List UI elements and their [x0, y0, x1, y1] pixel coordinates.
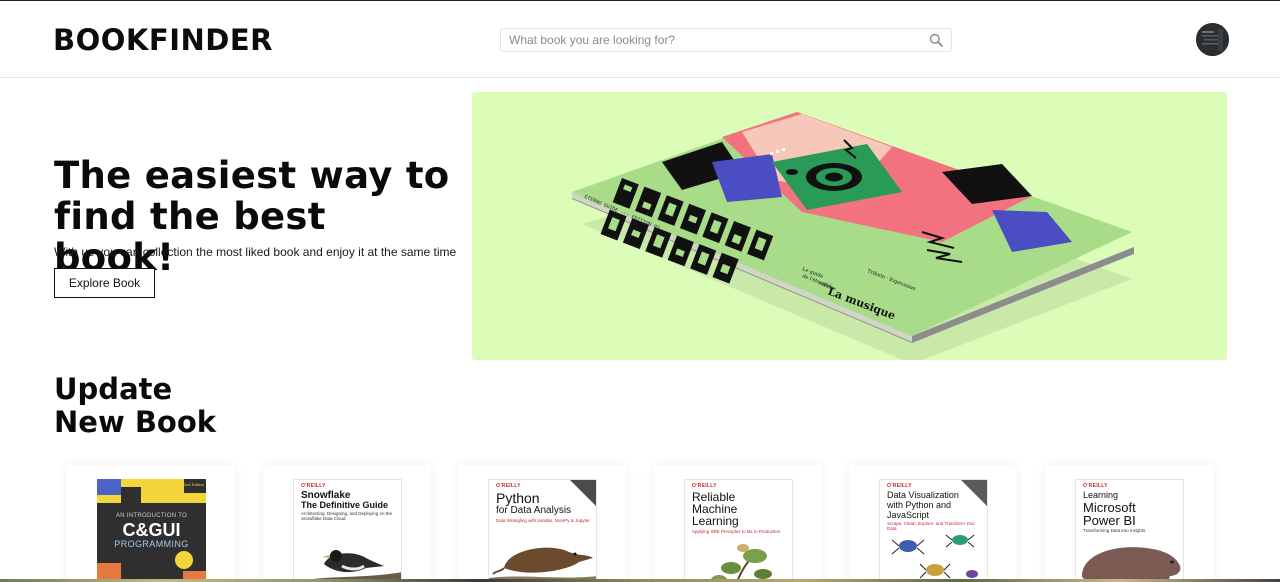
hero-banner-image: Le guide de l'éternité La musique volume…	[472, 92, 1227, 360]
publisher-logo: O'REILLY	[692, 483, 717, 489]
book-title-b: C&GUI	[122, 520, 181, 540]
publisher-logo: O'REILLY	[496, 483, 521, 489]
book-cover[interactable]: O'REILLY Learning Microsoft Power BI Tra…	[1075, 479, 1184, 582]
section-title-line2: New Book	[54, 405, 217, 439]
book-card[interactable]: 2nd Edition AN INTRODUCTION TO C&GUI PRO…	[67, 465, 235, 582]
beetles-illustration-icon	[891, 534, 978, 579]
avatar-image-icon	[1196, 23, 1229, 56]
book-title-c: Power BI	[1083, 513, 1136, 528]
book-title-a: Python	[496, 490, 540, 506]
new-books-list: 2nd Edition AN INTRODUCTION TO C&GUI PRO…	[67, 465, 1227, 582]
site-logo[interactable]: BOOKFINDER	[53, 23, 273, 57]
book-title-a: AN INTRODUCTION TO	[115, 513, 188, 519]
book-illustration: Le guide de l'éternité La musique volume…	[572, 112, 1134, 360]
hippo-illustration-icon	[1082, 547, 1181, 582]
book-cover[interactable]: O'REILLY Reliable Machine Learning Apply…	[684, 479, 793, 582]
book-subtitle: Applying SRE Principles to ML in Product…	[692, 529, 781, 534]
publisher-logo: O'REILLY	[887, 483, 912, 489]
explore-book-button[interactable]: Explore Book	[54, 268, 155, 298]
avatar[interactable]	[1196, 23, 1229, 56]
book-title-c: Learning	[692, 514, 739, 528]
book-card[interactable]: O'REILLY Reliable Machine Learning Apply…	[654, 465, 822, 582]
book-cover[interactable]: 2nd Edition AN INTRODUCTION TO C&GUI PRO…	[97, 479, 206, 582]
search-input[interactable]	[501, 29, 921, 51]
book-subtitle: Architecting, Designing, and Deploying o…	[301, 511, 393, 522]
bird-illustration-icon	[299, 550, 401, 582]
book-card[interactable]: O'REILLY Python for Data Analysis Data W…	[458, 465, 626, 582]
book-cover[interactable]: O'REILLY Data Visualization with Python …	[879, 479, 988, 582]
book-badge: 2nd Edition	[183, 482, 204, 487]
book-card[interactable]: O'REILLY Data Visualization with Python …	[849, 465, 1017, 582]
search-icon[interactable]	[929, 33, 943, 47]
publisher-logo: O'REILLY	[1083, 483, 1108, 489]
section-title: Update New Book	[54, 373, 216, 439]
book-title-b: The Definitive Guide	[301, 500, 389, 510]
plant-illustration-icon	[711, 544, 772, 582]
book-title-c: JavaScript	[887, 510, 930, 520]
book-subtitle: Transforming Data into Insights	[1083, 528, 1146, 533]
section-title-line1: Update	[54, 372, 173, 406]
book-cover[interactable]: O'REILLY Python for Data Analysis Data W…	[488, 479, 597, 582]
book-subtitle: Data Wrangling with pandas, NumPy & Jupy…	[496, 518, 590, 523]
top-navbar: BOOKFINDER	[0, 1, 1280, 78]
shrew-illustration-icon	[489, 547, 596, 582]
book-card[interactable]: O'REILLY Snowflake The Definitive Guide …	[263, 465, 431, 582]
book-title-b: for Data Analysis	[496, 505, 572, 516]
search-box[interactable]	[500, 28, 952, 52]
hero-title: The easiest way to find the best book!	[54, 154, 450, 279]
book-cover[interactable]: O'REILLY Snowflake The Definitive Guide …	[293, 479, 402, 582]
publisher-logo: O'REILLY	[301, 483, 326, 489]
hero-subtitle: With us you can collection the most like…	[54, 245, 457, 259]
book-card[interactable]: O'REILLY Learning Microsoft Power BI Tra…	[1045, 465, 1213, 582]
book-title-c: PROGRAMMING	[114, 539, 189, 549]
